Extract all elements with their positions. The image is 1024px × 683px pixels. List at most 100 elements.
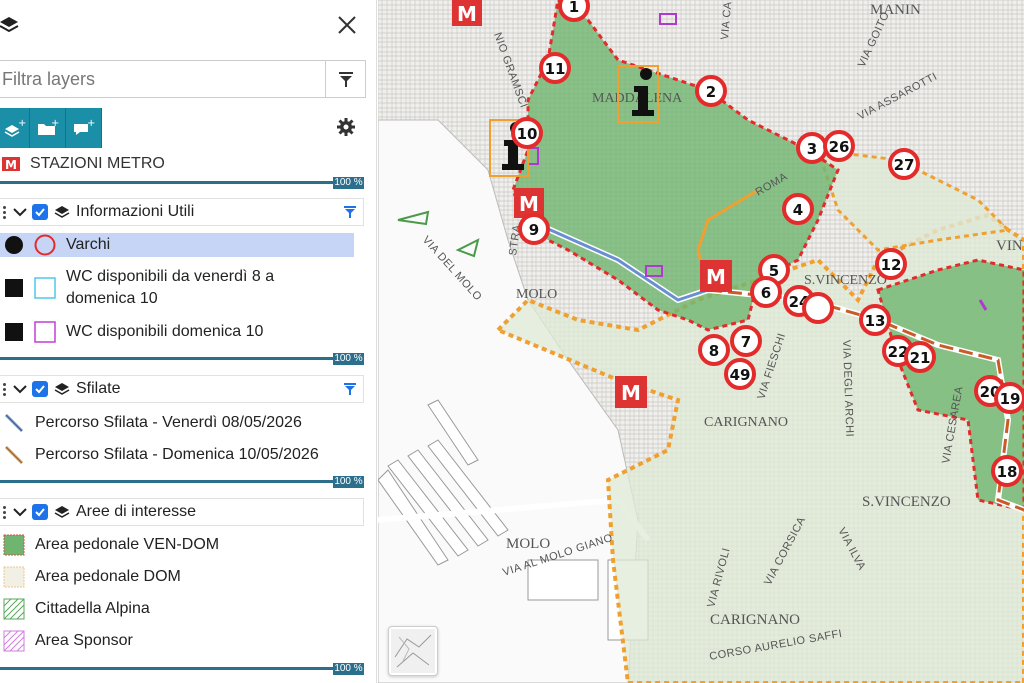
layer-area-dom[interactable]: Area pedonale DOM [0,565,364,589]
filter-layers-input[interactable] [0,61,325,97]
gate-marker[interactable]: 3 [796,132,828,164]
gate-number: 26 [829,138,850,156]
group-checkbox[interactable] [32,504,48,520]
add-annotation-button[interactable]: + [66,108,102,148]
gate-marker[interactable]: 2 [695,75,727,107]
metro-marker-icon[interactable]: M [514,188,544,218]
layer-wc-dom[interactable]: WC disponibili domenica 10 [0,320,364,344]
svg-text:M: M [621,381,641,405]
gate-marker[interactable]: 7 [730,325,762,357]
layer-percorso-domenica[interactable]: Percorso Sfilata - Domenica 10/05/2026 [0,443,364,467]
map-label-vin: VIN [996,238,1023,254]
gate-marker[interactable]: 12 [875,248,907,280]
layers-icon [54,206,70,218]
gate-marker[interactable]: 27 [888,148,920,180]
check-icon [35,508,45,517]
orange-line-icon [4,445,24,465]
layer-varchi[interactable]: Varchi [0,233,354,257]
magenta-square-icon [34,321,56,343]
gate-marker[interactable]: 11 [539,52,571,84]
gate-marker[interactable]: 4 [782,193,814,225]
layer-cittadella-alpina[interactable]: Cittadella Alpina [0,597,364,621]
opacity-value: 100 % [333,177,364,189]
layers-icon [0,17,19,33]
gate-marker[interactable]: 1 [558,0,590,22]
drag-handle-icon[interactable] [0,205,8,219]
layer-label: Percorso Sfilata - Venerdì 08/05/2026 [35,414,302,431]
layer-wc-ven-dom[interactable]: WC disponibili da venerdì 8 a domenica 1… [0,265,364,311]
filter-icon [338,72,353,87]
group-sfilate[interactable]: Sfilate [0,375,364,403]
panel-header [0,0,376,52]
gate-marker[interactable]: 8 [698,334,730,366]
gate-number: 27 [894,156,915,174]
gate-marker[interactable]: 10 [511,117,543,149]
layer-label: Area pedonale VEN-DOM [35,536,220,553]
gate-marker[interactable]: 13 [859,304,891,336]
green-fill-swatch-icon [3,534,25,556]
map-label-carignano: CARIGNANO [704,415,788,430]
svg-text:M: M [706,265,726,289]
group-opacity-bar[interactable]: 100 % [0,663,364,675]
gate-marker[interactable]: 18 [991,455,1023,487]
metro-marker-icon[interactable]: M [615,376,647,408]
add-layer-icon: + [4,118,26,137]
layers-icon [54,506,70,518]
svg-text:+: + [87,118,95,129]
group-informazioni-utili[interactable]: Informazioni Utili [0,198,364,226]
gate-marker[interactable]: 19 [994,382,1024,414]
basemap-switcher[interactable] [388,626,438,676]
filter-icon[interactable] [343,382,357,396]
map-label-carignano-2: CARIGNANO [710,612,800,628]
chevron-down-icon[interactable] [12,383,28,395]
red-circle-icon [34,234,56,256]
drag-handle-icon[interactable] [0,505,8,519]
gate-marker[interactable]: 21 [904,341,936,373]
map-canvas[interactable]: MANIN MADDALENA MOLO S.VINCENZO CARIGNAN… [378,0,1024,683]
svg-text:+: + [18,118,26,129]
gate-marker[interactable]: 26 [823,130,855,162]
layer-label: Cittadella Alpina [35,600,150,617]
layer-label: Varchi [66,236,111,253]
layer-label: WC disponibili domenica 10 [66,323,264,340]
gate-number: 19 [1000,390,1021,408]
group-title: Sfilate [76,380,121,397]
drag-handle-icon[interactable] [0,382,8,396]
add-layer-button[interactable]: + [0,108,30,148]
metro-marker-icon[interactable]: M [452,0,482,26]
filter-layers-field [0,60,366,98]
check-icon [35,208,45,217]
add-folder-button[interactable]: + [30,108,66,148]
gate-number: 11 [545,60,566,78]
metro-opacity-bar[interactable]: 100 % [0,177,364,189]
filter-button[interactable] [325,61,365,97]
gear-icon[interactable] [336,117,356,137]
gate-marker[interactable] [802,292,834,324]
gate-number: 4 [793,201,803,219]
metro-marker-icon[interactable]: M [700,260,732,292]
layer-metro-stations[interactable]: M STAZIONI METRO [0,152,364,176]
filter-icon[interactable] [343,205,357,219]
chevron-down-icon[interactable] [12,506,28,518]
group-checkbox[interactable] [32,381,48,397]
gate-marker[interactable]: 49 [724,358,756,390]
gate-number: 8 [709,342,719,360]
chevron-down-icon[interactable] [12,206,28,218]
layer-percorso-venerdi[interactable]: Percorso Sfilata - Venerdì 08/05/2026 [0,411,364,435]
group-opacity-bar[interactable]: 100 % [0,476,364,488]
blue-line-icon [4,413,24,433]
layer-area-sponsor[interactable]: Area Sponsor [0,629,364,653]
opacity-value: 100 % [333,476,364,488]
group-opacity-bar[interactable]: 100 % [0,353,364,365]
group-aree-di-interesse[interactable]: Aree di interesse [0,498,364,526]
layer-area-ven-dom[interactable]: Area pedonale VEN-DOM [0,533,364,557]
group-checkbox[interactable] [32,204,48,220]
map-svg[interactable]: MANIN MADDALENA MOLO S.VINCENZO CARIGNAN… [378,0,1024,683]
close-icon[interactable] [336,14,358,36]
svg-text:M: M [5,158,17,171]
square-dot-icon [5,323,23,341]
gate-marker[interactable]: 6 [750,276,782,308]
map-label-maddalena: MADDALENA [592,91,683,106]
gate-marker[interactable]: 9 [518,213,550,245]
layer-label: Percorso Sfilata - Domenica 10/05/2026 [35,446,319,463]
